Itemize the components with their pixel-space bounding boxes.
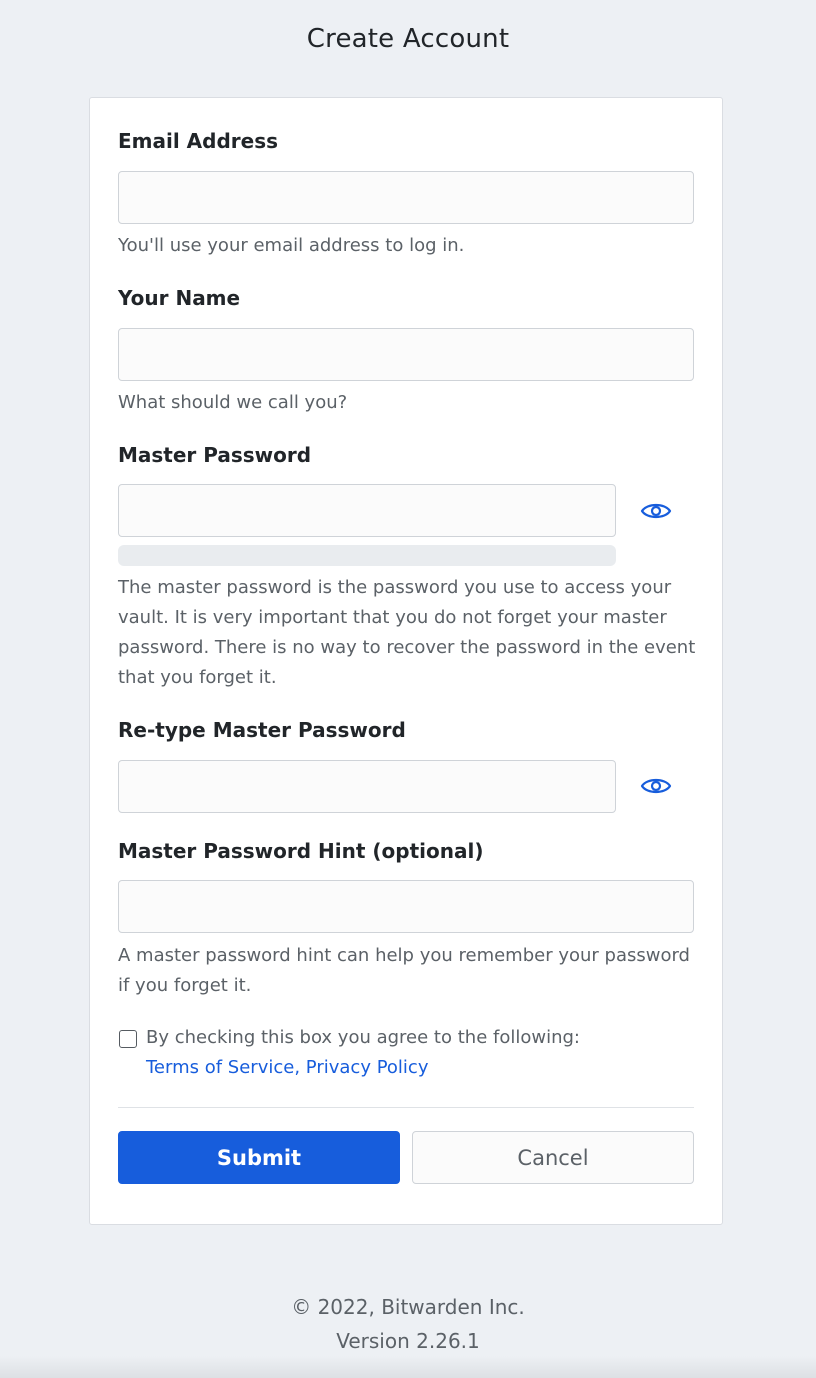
name-label: Your Name — [118, 286, 241, 310]
hint-label: Master Password Hint (optional) — [118, 839, 484, 863]
email-input[interactable] — [118, 171, 694, 224]
divider — [118, 1107, 694, 1108]
hint-help-text: A master password hint can help you reme… — [118, 945, 690, 996]
privacy-policy-link[interactable]: Privacy Policy — [306, 1057, 429, 1078]
create-account-card: Email Address You'll use your email addr… — [89, 97, 723, 1225]
terms-checkbox-label: By checking this box you agree to the fo… — [146, 1027, 580, 1048]
retype-password-input[interactable] — [118, 760, 616, 813]
email-help-text: You'll use your email address to log in. — [118, 235, 465, 256]
toggle-retype-password-visibility-button[interactable] — [637, 770, 675, 802]
name-input[interactable] — [118, 328, 694, 381]
submit-button[interactable]: Submit — [118, 1131, 400, 1184]
master-password-help-text: The master password is the password you … — [118, 577, 696, 688]
name-help-text: What should we call you? — [118, 392, 348, 413]
email-label: Email Address — [118, 129, 279, 153]
password-strength-meter — [118, 545, 616, 566]
terms-of-service-link[interactable]: Terms of Service — [146, 1057, 294, 1078]
hint-input[interactable] — [118, 880, 694, 933]
footer-copyright: © 2022, Bitwarden Inc. — [291, 1295, 525, 1319]
eye-icon — [640, 503, 672, 519]
retype-password-label: Re-type Master Password — [118, 718, 406, 742]
master-password-label: Master Password — [118, 443, 312, 467]
link-separator: , — [294, 1057, 301, 1078]
terms-links: Terms of Service, Privacy Policy — [146, 1053, 428, 1083]
eye-icon — [640, 778, 672, 794]
footer-version: Version 2.26.1 — [336, 1329, 480, 1353]
master-password-input[interactable] — [118, 484, 616, 537]
toggle-master-password-visibility-button[interactable] — [637, 495, 675, 527]
page-title: Create Account — [306, 24, 510, 54]
bottom-shade — [0, 1356, 816, 1378]
cancel-button[interactable]: Cancel — [412, 1131, 694, 1184]
terms-checkbox[interactable] — [119, 1030, 137, 1048]
